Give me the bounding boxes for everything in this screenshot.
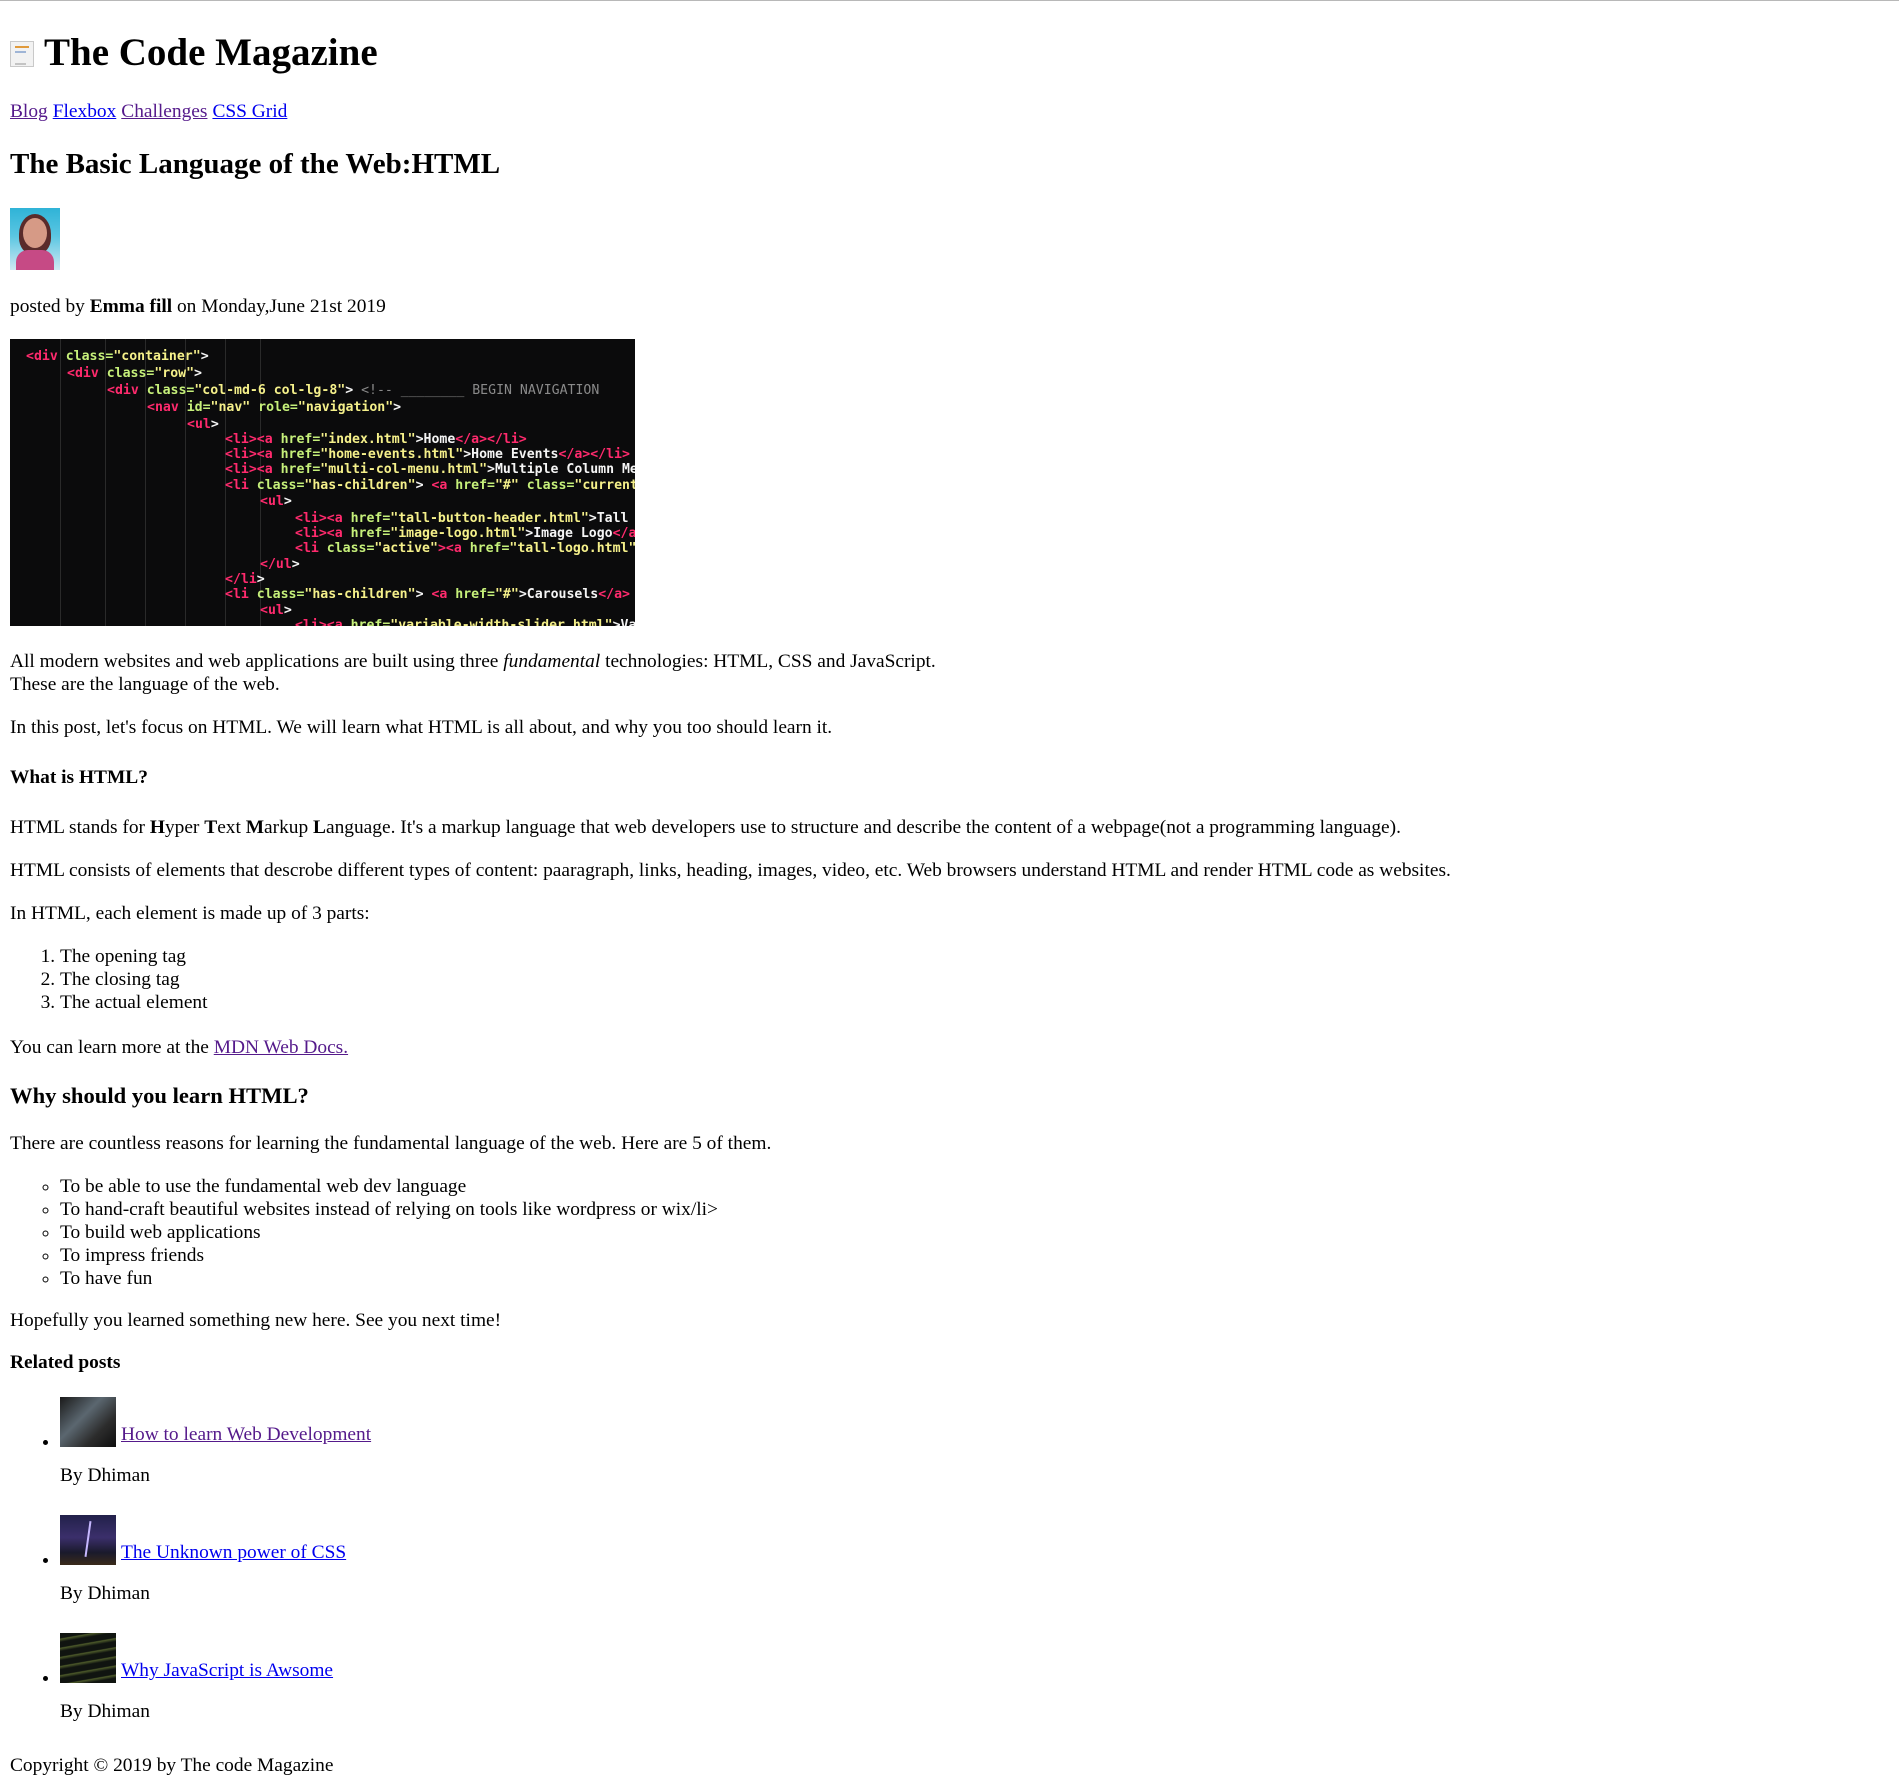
code-line: <ul> (260, 494, 292, 509)
list-item: The closing tag (60, 969, 208, 992)
code-line: <li><a href="variable-width-slider.html"… (295, 618, 635, 626)
related-post-link[interactable]: Why JavaScript is Awsome (121, 1660, 333, 1683)
code-line: <ul> (187, 417, 219, 432)
nav-link-css-grid[interactable]: CSS Grid (212, 101, 287, 124)
code-line: <li><a href="tall-button-header.html">Ta… (295, 511, 635, 526)
code-line: <div class="container"> (26, 349, 209, 364)
nav-link-challenges[interactable]: Challenges (121, 101, 207, 124)
related-post-thumbnail[interactable] (60, 1397, 116, 1447)
meta-on: on (172, 296, 202, 317)
closing-paragraph: Hopefully you learned something new here… (10, 1310, 502, 1331)
code-line: <li><a href="image-logo.html">Image Logo… (295, 526, 635, 541)
code-line: <li class="has-children"> <a href="#">Ca… (225, 587, 630, 602)
related-post-author: By Dhiman (60, 1465, 150, 1486)
related-post-thumbnail[interactable] (60, 1515, 116, 1565)
code-line: <li><a href="multi-col-menu.html">Multip… (225, 462, 635, 477)
element-parts-list: The opening tag The closing tag The actu… (10, 946, 208, 1015)
related-post-thumbnail[interactable] (60, 1633, 116, 1683)
meta-date: Monday,June 21st 2019 (201, 296, 386, 317)
related-post-author: By Dhiman (60, 1701, 150, 1722)
code-line: <li><a href="index.html">Home</a></li> (225, 432, 527, 447)
parts-intro-paragraph: In HTML, each element is made up of 3 pa… (10, 903, 370, 924)
code-line: <li class="active"><a href="tall-logo.ht… (295, 541, 635, 556)
window-top-border (0, 0, 1899, 1)
meta-prefix: posted by (10, 296, 90, 317)
related-post-author: By Dhiman (60, 1583, 150, 1604)
list-item: To hand-craft beautiful websites instead… (60, 1199, 718, 1222)
code-line: <div class="row"> (67, 366, 202, 381)
stands-for-paragraph: HTML stands for Hyper Text Markup Langua… (10, 817, 1401, 838)
list-item: The actual element (60, 992, 208, 1015)
author-avatar (10, 208, 60, 270)
list-item: The opening tag (60, 946, 208, 969)
reasons-intro-paragraph: There are countless reasons for learning… (10, 1133, 772, 1154)
post-meta: posted by Emma fill on Monday,June 21st … (10, 296, 386, 319)
post-hero-image: <div class="container"> <div class="row">… (10, 339, 635, 626)
code-line: <div class="col-md-6 col-lg-8"> <!-- ___… (107, 383, 600, 398)
what-is-html-heading: What is HTML? (10, 767, 148, 788)
nav-link-blog[interactable]: Blog (10, 101, 48, 124)
list-item: To have fun (60, 1268, 718, 1291)
mdn-web-docs-link[interactable]: MDN Web Docs. (214, 1037, 348, 1058)
code-line: <li><a href="home-events.html">Home Even… (225, 447, 630, 462)
related-post-item: Why JavaScript is Awsome By Dhiman (60, 1631, 960, 1749)
why-learn-html-heading: Why should you learn HTML? (10, 1083, 309, 1108)
nav-link-flexbox[interactable]: Flexbox (53, 101, 117, 124)
broken-image-icon (10, 41, 34, 67)
related-posts-heading: Related posts (10, 1352, 121, 1373)
post-title: The Basic Language of the Web:HTML (10, 148, 501, 180)
list-item: To be able to use the fundamental web de… (60, 1176, 718, 1199)
related-post-item: The Unknown power of CSS By Dhiman (60, 1513, 960, 1631)
related-post-link[interactable]: How to learn Web Development (121, 1424, 371, 1447)
reasons-list: To be able to use the fundamental web de… (10, 1176, 718, 1290)
code-line: <li class="has-children"> <a href="#" cl… (225, 478, 635, 493)
related-posts-list: How to learn Web Development By Dhiman T… (10, 1395, 960, 1749)
list-item: To impress friends (60, 1245, 718, 1268)
code-line: <nav id="nav" role="navigation"> (147, 400, 402, 415)
related-post-link[interactable]: The Unknown power of CSS (121, 1542, 346, 1565)
site-title: The Code Magazine (44, 30, 378, 74)
focus-paragraph: In this post, let's focus on HTML. We wi… (10, 717, 833, 738)
consists-paragraph: HTML consists of elements that descrobe … (10, 860, 1451, 881)
code-line: </ul> (260, 557, 300, 572)
meta-author: Emma fill (89, 296, 173, 317)
list-item: To build web applications (60, 1222, 718, 1245)
learn-more-paragraph: You can learn more at the MDN Web Docs. (10, 1037, 349, 1058)
emphasis-fundamental: fundamental (503, 651, 601, 672)
related-post-item: How to learn Web Development By Dhiman (60, 1395, 960, 1513)
main-nav: Blog Flexbox Challenges CSS Grid (10, 101, 287, 124)
footer-copyright: Copyright © 2019 by The code Magazine (10, 1755, 334, 1776)
intro-paragraph: All modern websites and web applications… (10, 651, 936, 695)
code-line: </li> (225, 572, 265, 587)
site-header: The Code Magazine (10, 28, 378, 76)
code-line: <ul> (260, 603, 292, 618)
